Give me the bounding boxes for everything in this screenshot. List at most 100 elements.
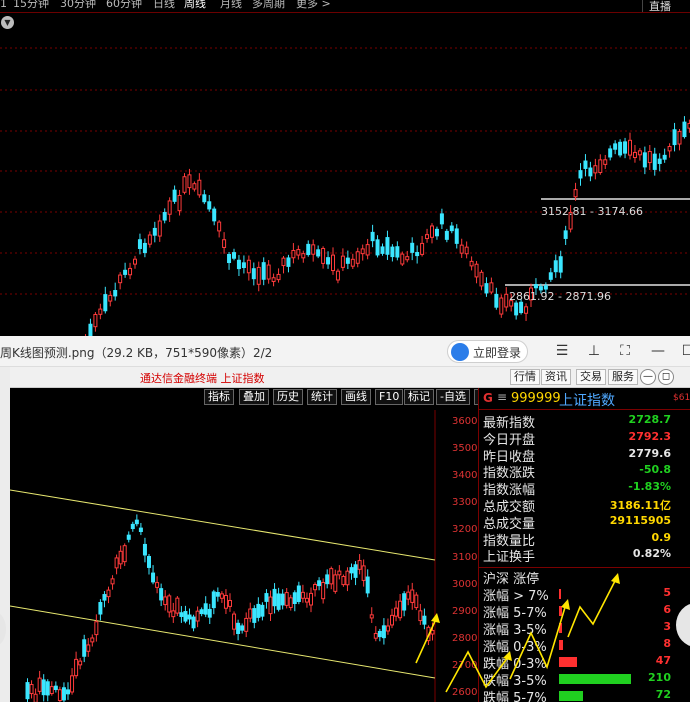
dist-count: 210 xyxy=(648,671,671,684)
dist-row: 涨幅 3-5% 3 xyxy=(479,619,690,638)
candle-body xyxy=(45,681,50,696)
candle-body xyxy=(228,599,232,607)
candle-body xyxy=(286,257,291,267)
header-menu-button[interactable]: 资讯 xyxy=(541,369,571,385)
candle-body xyxy=(380,246,385,254)
candle-body xyxy=(464,246,469,255)
stock-menu-icon[interactable]: ≡ xyxy=(497,390,507,404)
candle-body xyxy=(207,201,212,210)
chart-toolbar-button[interactable]: 指标 xyxy=(204,389,234,405)
period-tab[interactable]: 15分钟 xyxy=(13,0,49,9)
candle-body xyxy=(199,609,204,615)
header-menu-button[interactable]: 交易 xyxy=(576,369,606,385)
candle-body xyxy=(618,141,623,156)
chart-toolbar-button[interactable]: -自选 xyxy=(436,389,470,405)
candle-body xyxy=(402,593,407,611)
candle-body xyxy=(667,146,672,152)
candle-body xyxy=(400,253,405,265)
price-axis-label: 3500 xyxy=(452,443,478,455)
restore-circle-icon[interactable]: ◻ xyxy=(658,369,674,385)
candle-body xyxy=(147,234,152,245)
candle-body xyxy=(292,592,297,605)
candle-body xyxy=(182,176,187,193)
candle-body xyxy=(240,625,245,631)
candle-body xyxy=(593,165,598,174)
stat-row: 最新指数 2728.7 xyxy=(479,412,690,431)
dist-count: 72 xyxy=(655,688,671,701)
candle-body xyxy=(588,167,593,177)
candle-body xyxy=(350,258,355,267)
candle-body xyxy=(236,259,241,270)
minimize-circle-icon[interactable]: — xyxy=(640,369,656,385)
weekly-kline-chart[interactable]: 1 15分钟 30分钟 60分钟 日线 周线 月线 多周期 更多 > 直播 ▼ 3152.81 … xyxy=(0,0,690,336)
candle-body xyxy=(260,604,265,617)
candle-body xyxy=(126,534,131,540)
candle-body xyxy=(128,267,133,276)
chart-toolbar-button[interactable]: 统计 xyxy=(307,389,337,405)
candle-body xyxy=(90,637,95,643)
candle-body xyxy=(223,594,228,609)
price-axis-label: 3600 xyxy=(452,416,478,427)
candle-body xyxy=(167,595,172,613)
header-menu-button[interactable]: 行情 xyxy=(510,369,540,385)
chart-toolbar-button[interactable]: 叠加 xyxy=(239,389,269,405)
candle-body xyxy=(430,629,435,635)
candle-body xyxy=(657,158,662,164)
candle-body xyxy=(300,591,305,599)
candle-body xyxy=(232,613,237,630)
candle-body xyxy=(326,257,331,265)
login-button[interactable]: 立即登录 xyxy=(447,340,528,363)
candle-body xyxy=(219,593,224,599)
period-tab[interactable]: 更多 > xyxy=(296,0,331,9)
candle-body xyxy=(385,625,390,632)
candle-body xyxy=(340,255,345,268)
candle-body xyxy=(306,243,311,256)
candle-body xyxy=(361,565,366,581)
period-tab[interactable]: 30分钟 xyxy=(60,0,96,9)
candle-body xyxy=(598,159,603,173)
candle-body xyxy=(276,593,281,610)
candle-body xyxy=(251,268,256,280)
candle-body xyxy=(162,212,167,221)
candle-body xyxy=(489,282,494,293)
stat-row: 指数涨跌 -50.8 xyxy=(479,462,690,481)
period-tab[interactable]: 60分钟 xyxy=(106,0,142,9)
candle-body xyxy=(370,231,375,242)
candle-body xyxy=(93,313,98,328)
period-tab[interactable]: 月线 xyxy=(220,0,242,9)
candle-body xyxy=(357,560,362,570)
candle-body xyxy=(29,684,34,695)
period-tab[interactable]: 多周期 xyxy=(252,0,285,9)
candle-body xyxy=(122,545,127,563)
candle-body xyxy=(623,141,628,154)
live-button[interactable]: 直播 xyxy=(642,0,690,13)
chart-toolbar-button[interactable]: 画线 xyxy=(341,389,371,405)
period-tab[interactable]: 周线 xyxy=(184,0,206,9)
price-axis-label: 2600 xyxy=(452,687,478,698)
lower-kline-chart[interactable]: 指标叠加历史统计画线F10标记-自选返回 3600350034003300320… xyxy=(10,388,478,702)
collapse-chevron-icon[interactable]: ▼ xyxy=(1,16,14,29)
candle-body xyxy=(652,153,657,170)
stat-label: 上证换手 xyxy=(483,550,536,566)
image-viewer-bar: 周K线图预测.png（29.2 KB，751*590像素）2/2 立即登录 ☰ … xyxy=(0,336,690,367)
dist-row: 涨幅 0-3% 8 xyxy=(479,636,690,655)
price-axis-label: 2700 xyxy=(452,659,478,671)
maximize-icon[interactable]: ☐ xyxy=(679,342,690,360)
candle-body xyxy=(642,152,647,168)
candle-body xyxy=(311,244,316,255)
chart-toolbar-button[interactable]: 历史 xyxy=(273,389,303,405)
fullscreen-icon[interactable]: ⛶ xyxy=(616,342,634,360)
header-menu-button[interactable]: 服务 xyxy=(608,369,638,385)
pin-icon[interactable]: ⊥ xyxy=(585,342,603,360)
period-tab[interactable]: 日线 xyxy=(153,0,175,9)
menu-icon[interactable]: ☰ xyxy=(553,342,571,360)
minimize-icon[interactable]: — xyxy=(649,342,667,360)
candle-body xyxy=(222,239,227,248)
dist-count: 3 xyxy=(663,620,671,633)
candle-body xyxy=(349,567,354,574)
chart-toolbar-button[interactable]: 标记 xyxy=(404,389,434,405)
candle-body xyxy=(246,259,251,274)
stock-name: 上证指数 xyxy=(559,393,615,409)
chart-toolbar-button[interactable]: F10 xyxy=(375,389,404,405)
period-tab[interactable]: 1 xyxy=(0,0,7,9)
